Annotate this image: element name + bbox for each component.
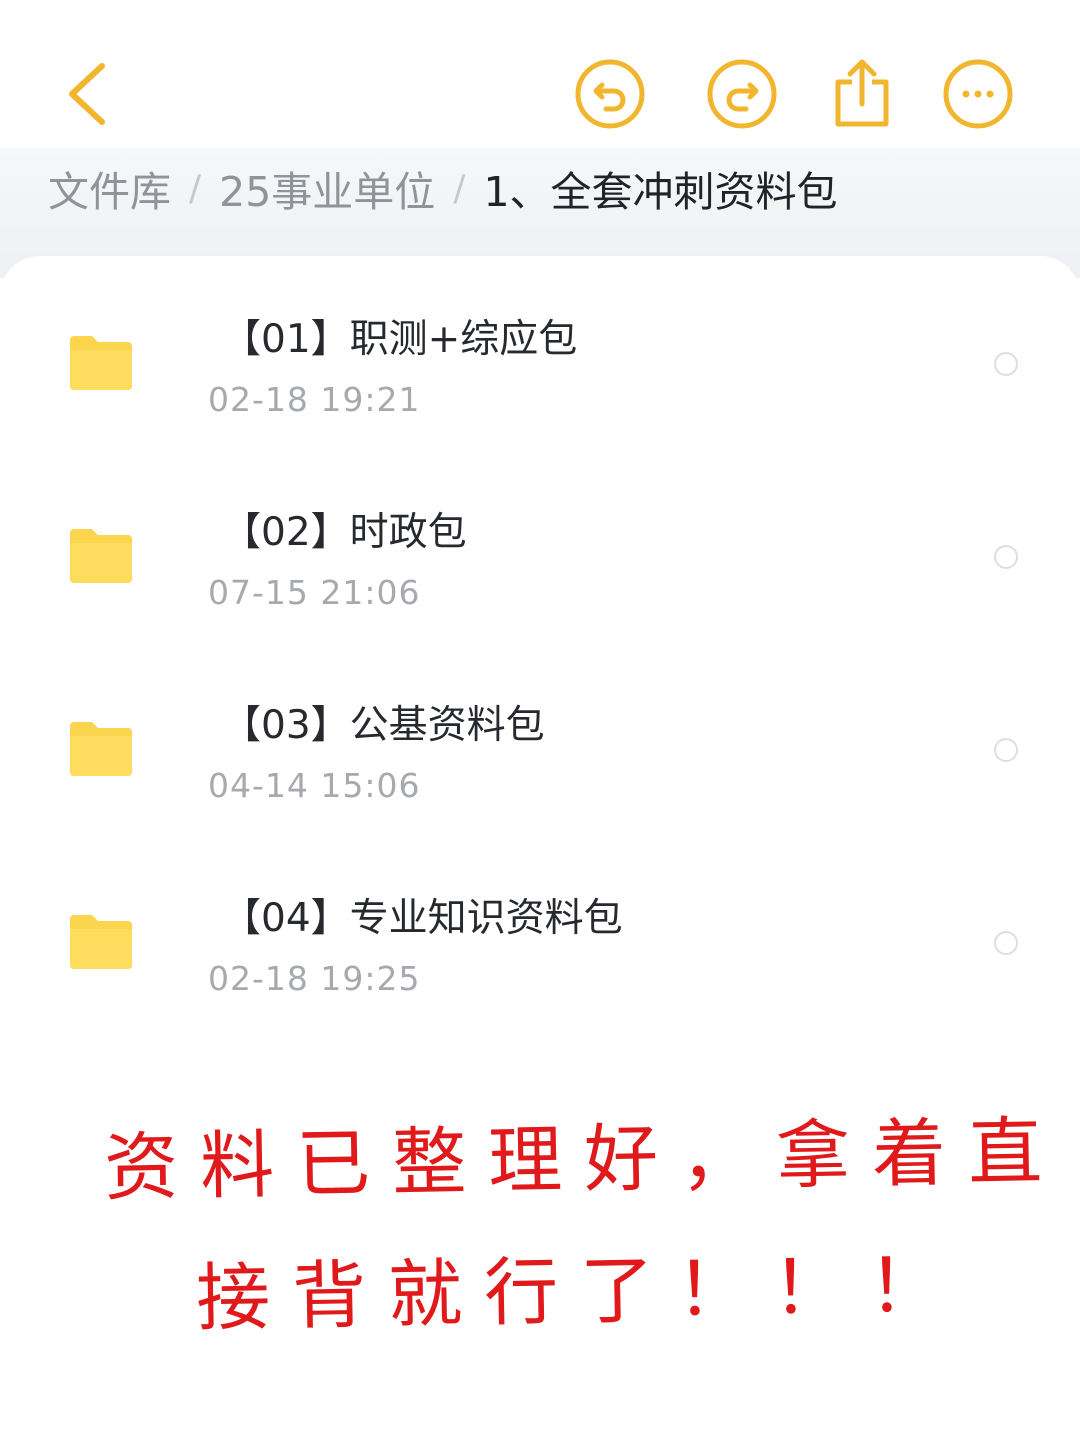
list-item[interactable]: 【03】公基资料包 04-14 15:06	[0, 656, 1080, 849]
breadcrumb-separator: /	[189, 167, 202, 209]
undo-button[interactable]	[574, 58, 646, 130]
overlay-caption-line2: 接背就行了！！！	[195, 1242, 965, 1342]
file-date: 04-14 15:06	[208, 766, 421, 805]
select-radio[interactable]	[994, 545, 1018, 569]
share-button[interactable]	[826, 58, 898, 130]
chevron-left-icon	[69, 63, 105, 125]
more-button[interactable]	[942, 58, 1014, 130]
file-date: 02-18 19:21	[208, 380, 421, 419]
share-icon	[835, 59, 889, 127]
breadcrumb-item-25-institution[interactable]: 25事业单位	[219, 158, 435, 218]
folder-icon	[70, 529, 132, 583]
overlay-caption-line1: 资料已整理好，拿着直	[103, 1108, 1065, 1212]
breadcrumb-item-file-library[interactable]: 文件库	[48, 158, 171, 218]
list-item[interactable]: 【01】职测+综应包 02-18 19:21	[0, 270, 1080, 463]
list-item[interactable]: 【04】专业知识资料包 02-18 19:25	[0, 849, 1080, 1042]
folder-icon	[70, 915, 132, 969]
file-date: 02-18 19:25	[208, 959, 421, 998]
list-item[interactable]: 【02】时政包 07-15 21:06	[0, 463, 1080, 656]
select-radio[interactable]	[994, 738, 1018, 762]
select-radio[interactable]	[994, 352, 1018, 376]
file-name: 【03】公基资料包	[222, 703, 545, 748]
file-date: 07-15 21:06	[208, 573, 421, 612]
breadcrumb: 文件库 / 25事业单位 / 1、全套冲刺资料包	[48, 158, 838, 218]
breadcrumb-separator: /	[453, 167, 466, 209]
back-button[interactable]	[60, 58, 124, 130]
select-radio[interactable]	[994, 931, 1018, 955]
folder-icon	[70, 336, 132, 390]
file-name: 【01】职测+综应包	[222, 317, 578, 362]
file-name: 【02】时政包	[222, 510, 467, 555]
folder-icon	[70, 722, 132, 776]
file-name: 【04】专业知识资料包	[222, 896, 623, 941]
breadcrumb-item-current: 1、全套冲刺资料包	[483, 168, 838, 216]
more-icon	[943, 59, 1013, 129]
top-toolbar	[0, 0, 1080, 150]
redo-button[interactable]	[706, 58, 778, 130]
undo-icon	[575, 59, 645, 129]
redo-icon	[707, 59, 777, 129]
